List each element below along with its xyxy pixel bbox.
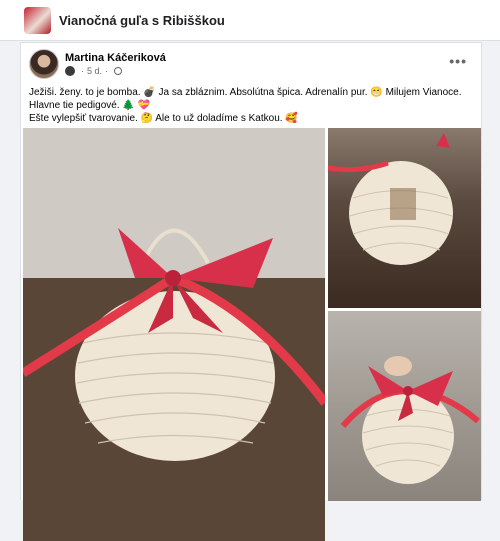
- post-text-line: Ešte vylepšiť tvarovanie. 🤔 Ale to už do…: [29, 113, 298, 124]
- post-time[interactable]: 5 d.: [87, 65, 102, 77]
- post-meta: · 5 d. ·: [65, 65, 166, 77]
- profile-badge-icon: [65, 66, 75, 76]
- author-avatar[interactable]: [29, 49, 59, 79]
- globe-icon: [114, 67, 123, 75]
- ornament-illustration: [340, 356, 480, 484]
- ornament-photo-main[interactable]: [23, 128, 325, 541]
- post-text-line: Hlavne tie pedigové. 🌲 💝: [29, 100, 151, 111]
- post-text: Ježiši. ženy. to je bomba. 💣 Ja sa zbláz…: [29, 86, 469, 125]
- author-name[interactable]: Martina Káčeriková: [65, 51, 166, 65]
- ornament-photo-top[interactable]: [328, 128, 481, 308]
- ornament-illustration: [328, 133, 453, 265]
- post-header: Martina Káčeriková · 5 d. ·: [29, 49, 166, 79]
- dot-separator: ·: [81, 66, 84, 76]
- post-text-line: Ježiši. ženy. to je bomba. 💣 Ja sa zbláz…: [29, 87, 462, 98]
- dot-separator: ·: [105, 66, 109, 76]
- group-thumbnail[interactable]: [24, 6, 51, 34]
- post-card: Martina Káčeriková · 5 d. · ••• Ježiši. …: [20, 42, 482, 541]
- ornament-illustration: [23, 128, 325, 541]
- author-block: Martina Káčeriková · 5 d. ·: [65, 51, 166, 77]
- ornament-photo-bottom[interactable]: [328, 311, 481, 501]
- group-title[interactable]: Vianočná guľa s Ribišškou: [59, 13, 225, 28]
- more-options-button[interactable]: •••: [449, 53, 467, 69]
- group-header: Vianočná guľa s Ribišškou: [0, 0, 500, 41]
